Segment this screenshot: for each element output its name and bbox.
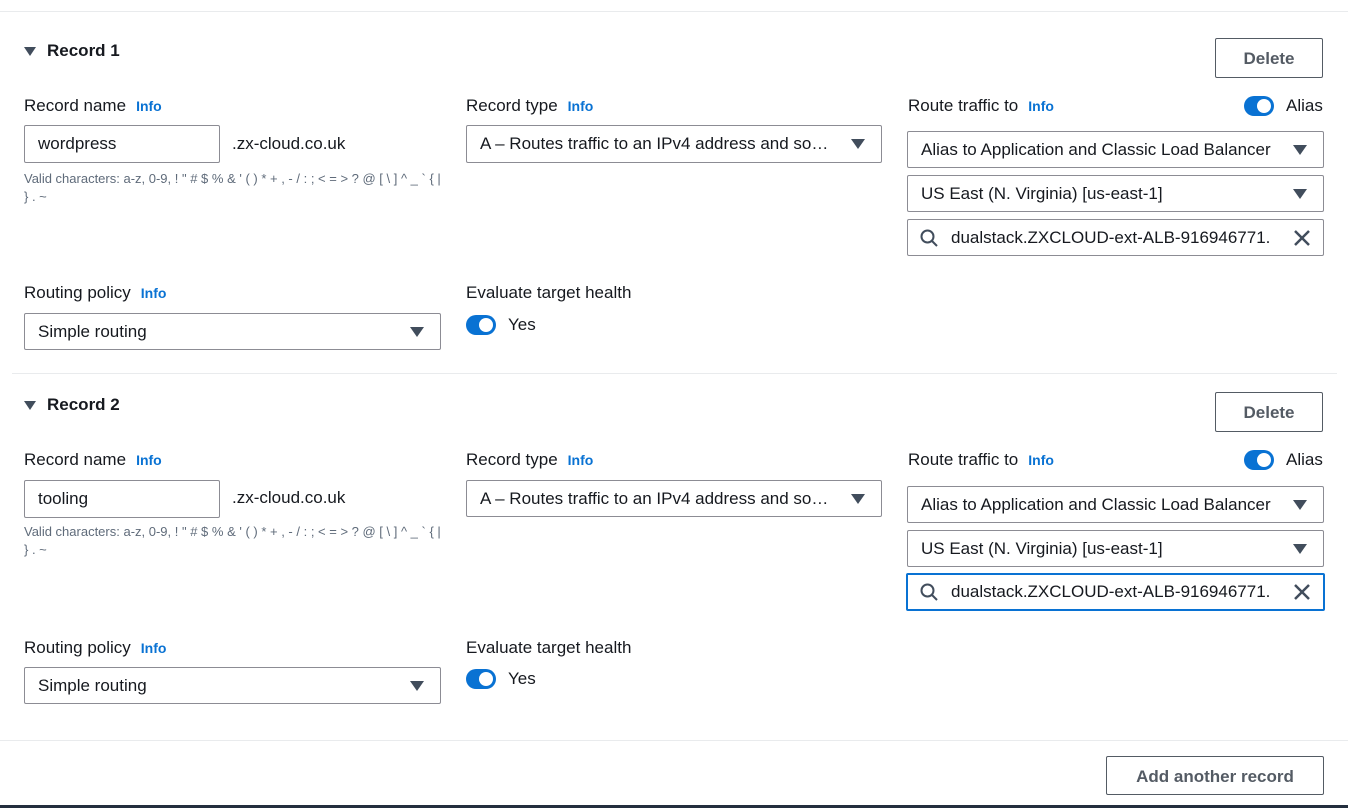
load-balancer-value: dualstack.ZXCLOUD-ext-ALB-916946771. <box>951 582 1271 601</box>
valid-characters-hint: Valid characters: a-z, 0-9, ! " # $ % & … <box>24 171 441 204</box>
routing-policy-select[interactable]: Simple routing <box>24 313 441 350</box>
routing-policy-value: Simple routing <box>38 321 147 341</box>
record-name-value: tooling <box>38 489 89 508</box>
region-select[interactable]: US East (N. Virginia) [us-east-1] <box>907 530 1324 567</box>
info-link[interactable]: Info <box>1028 98 1054 114</box>
record-title: Record 1 <box>47 41 120 60</box>
info-link[interactable]: Info <box>136 452 162 468</box>
record-name-label: Record name Info <box>24 96 162 116</box>
dropdown-caret-icon <box>1293 188 1307 199</box>
record-type-text: Record type <box>466 96 558 115</box>
evaluate-health-value: Yes <box>508 315 536 334</box>
endpoint-value: Alias to Application and Classic Load Ba… <box>921 139 1271 159</box>
region-value: US East (N. Virginia) [us-east-1] <box>921 538 1163 558</box>
record-title: Record 2 <box>47 395 120 414</box>
dropdown-caret-icon <box>851 493 865 504</box>
domain-suffix: .zx-cloud.co.uk <box>232 134 346 153</box>
record-name-text: Record name <box>24 450 127 469</box>
close-icon[interactable] <box>1291 581 1313 603</box>
record-type-value: A – Routes traffic to an IPv4 address an… <box>480 134 851 153</box>
record-name-text: Record name <box>24 96 127 115</box>
dropdown-caret-icon <box>1293 144 1307 155</box>
region-select[interactable]: US East (N. Virginia) [us-east-1] <box>907 175 1324 212</box>
evaluate-health-value: Yes <box>508 669 536 688</box>
search-icon <box>920 229 938 247</box>
record-name-input[interactable]: tooling <box>24 480 220 518</box>
record-name-label: Record name Info <box>24 450 162 470</box>
route-traffic-text: Route traffic to <box>908 96 1019 115</box>
info-link[interactable]: Info <box>1028 452 1054 468</box>
endpoint-select[interactable]: Alias to Application and Classic Load Ba… <box>907 486 1324 523</box>
load-balancer-search[interactable]: dualstack.ZXCLOUD-ext-ALB-916946771. <box>907 219 1324 256</box>
routing-policy-text: Routing policy <box>24 283 131 302</box>
delete-button[interactable]: Delete <box>1215 38 1323 78</box>
record-type-value: A – Routes traffic to an IPv4 address an… <box>480 488 851 508</box>
domain-suffix: .zx-cloud.co.uk <box>232 488 346 507</box>
region-value: US East (N. Virginia) [us-east-1] <box>921 183 1163 203</box>
toggle-knob <box>1257 99 1271 113</box>
routing-policy-label: Routing policy Info <box>24 638 166 658</box>
record-type-label: Record type Info <box>466 450 593 470</box>
alias-label: Alias <box>1286 96 1323 115</box>
alias-toggle[interactable] <box>1244 450 1274 470</box>
routing-policy-text: Routing policy <box>24 638 131 657</box>
route-traffic-label: Route traffic to Info <box>908 96 1054 116</box>
info-link[interactable]: Info <box>141 285 167 301</box>
routing-policy-label: Routing policy Info <box>24 283 166 303</box>
valid-characters-hint: Valid characters: a-z, 0-9, ! " # $ % & … <box>24 524 441 557</box>
alias-label: Alias <box>1286 450 1323 469</box>
close-icon[interactable] <box>1291 227 1313 249</box>
toggle-knob <box>479 672 493 686</box>
load-balancer-search[interactable]: dualstack.ZXCLOUD-ext-ALB-916946771. <box>906 573 1325 611</box>
caret-down-icon <box>24 401 36 410</box>
record-panel-1: Record 1 Delete Record name Info wordpres… <box>0 0 1348 350</box>
route-traffic-label: Route traffic to Info <box>908 450 1054 470</box>
record-1-header[interactable]: Record 1 <box>24 41 120 61</box>
add-another-record-button[interactable]: Add another record <box>1106 756 1324 795</box>
dropdown-caret-icon <box>410 326 424 337</box>
info-link[interactable]: Info <box>568 98 594 114</box>
routing-policy-select[interactable]: Simple routing <box>24 667 441 704</box>
info-link[interactable]: Info <box>136 98 162 114</box>
endpoint-value: Alias to Application and Classic Load Ba… <box>921 494 1271 514</box>
toggle-knob <box>1257 453 1271 467</box>
record-type-select[interactable]: A – Routes traffic to an IPv4 address an… <box>466 125 882 163</box>
search-icon <box>920 583 938 601</box>
record-type-label: Record type Info <box>466 96 593 116</box>
record-name-value: wordpress <box>38 134 117 153</box>
dropdown-caret-icon <box>1293 499 1307 510</box>
toggle-knob <box>479 318 493 332</box>
delete-button[interactable]: Delete <box>1215 392 1323 432</box>
routing-policy-value: Simple routing <box>38 675 147 695</box>
record-name-input[interactable]: wordpress <box>24 125 220 163</box>
route-traffic-text: Route traffic to <box>908 450 1019 469</box>
endpoint-select[interactable]: Alias to Application and Classic Load Ba… <box>907 131 1324 168</box>
dropdown-caret-icon <box>851 139 865 149</box>
record-panel-2: Record 2 Delete Record name Info tooling … <box>0 354 1348 704</box>
caret-down-icon <box>24 47 36 56</box>
info-link[interactable]: Info <box>141 640 167 656</box>
alias-toggle[interactable] <box>1244 96 1274 116</box>
dropdown-caret-icon <box>1293 543 1307 554</box>
record-type-text: Record type <box>466 450 558 469</box>
load-balancer-value: dualstack.ZXCLOUD-ext-ALB-916946771. <box>951 227 1271 247</box>
record-2-header[interactable]: Record 2 <box>24 395 120 415</box>
evaluate-health-toggle[interactable] <box>466 669 496 689</box>
evaluate-health-label: Evaluate target health <box>466 283 632 302</box>
evaluate-health-label: Evaluate target health <box>466 638 632 657</box>
evaluate-health-toggle[interactable] <box>466 315 496 335</box>
info-link[interactable]: Info <box>568 452 594 468</box>
record-type-select[interactable]: A – Routes traffic to an IPv4 address an… <box>466 480 882 517</box>
dropdown-caret-icon <box>410 680 424 691</box>
footer-divider <box>0 740 1348 741</box>
